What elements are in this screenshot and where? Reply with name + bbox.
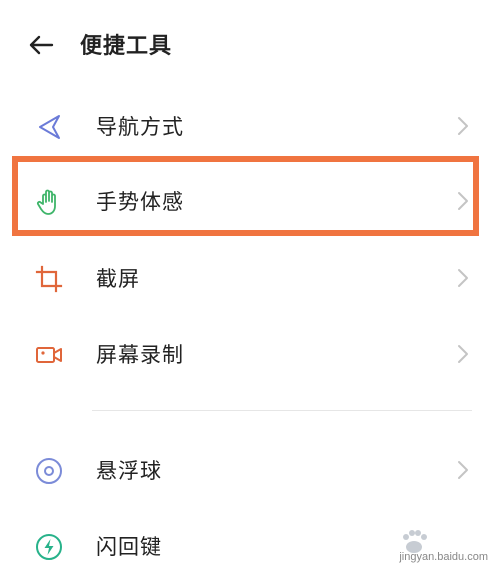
list-item-label: 悬浮球 [96, 459, 162, 483]
header-bar: 便捷工具 [0, 0, 500, 90]
crop-icon [35, 265, 63, 293]
watermark-text: jingyan.baidu.com [399, 551, 488, 563]
list-item-label: 截屏 [96, 267, 140, 291]
list-item-label: 屏幕录制 [96, 343, 184, 367]
section-divider [92, 410, 472, 411]
navigation-icon [39, 115, 60, 139]
list-item-label: 闪回键 [96, 535, 162, 559]
list-item-floating-ball[interactable]: 悬浮球 [0, 432, 500, 508]
list-item-screen-record[interactable]: 屏幕录制 [0, 316, 500, 392]
list-item-navigation[interactable]: 导航方式 [0, 88, 500, 164]
flashback-key-icon [36, 534, 62, 560]
floating-ball-icon [36, 458, 62, 484]
chevron-right-icon [458, 269, 468, 287]
video-record-icon [36, 347, 62, 363]
chevron-right-icon [458, 117, 468, 135]
page-title: 便捷工具 [80, 34, 173, 59]
highlight-box [12, 156, 479, 236]
list-item-label: 导航方式 [96, 115, 184, 139]
back-arrow-icon[interactable] [26, 30, 56, 60]
chevron-right-icon [458, 461, 468, 479]
list-item-screenshot[interactable]: 截屏 [0, 240, 500, 316]
chevron-right-icon [458, 345, 468, 363]
